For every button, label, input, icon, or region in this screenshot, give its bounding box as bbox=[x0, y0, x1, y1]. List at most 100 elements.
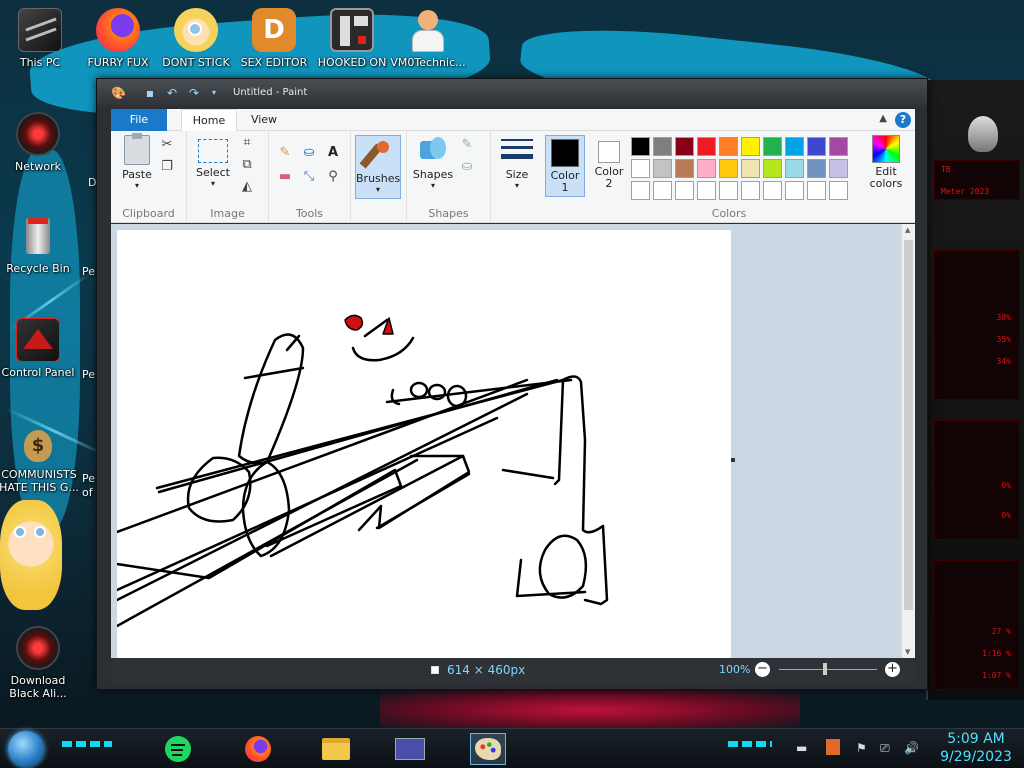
palette-swatch[interactable] bbox=[697, 159, 716, 178]
taskbar-app-firefox[interactable] bbox=[240, 733, 276, 765]
shapes-button[interactable]: Shapes ▾ bbox=[411, 135, 455, 190]
magnifier-icon[interactable]: ⚲ bbox=[325, 169, 341, 185]
fill-bucket-icon[interactable]: ⛀ bbox=[301, 145, 317, 161]
drawing-canvas[interactable] bbox=[115, 230, 731, 658]
dropdown-arrow-icon: ▾ bbox=[375, 185, 380, 194]
zoom-slider-thumb[interactable] bbox=[823, 663, 827, 675]
palette-swatch[interactable] bbox=[719, 137, 738, 156]
redo-icon[interactable]: ↷ bbox=[187, 86, 201, 100]
volume-icon[interactable]: 🔊 bbox=[904, 741, 919, 755]
clock-time[interactable]: 5:09 AM bbox=[936, 731, 1016, 747]
network-icon bbox=[16, 112, 60, 156]
customize-toolbar-icon[interactable]: ▾ bbox=[207, 86, 221, 100]
title-bar[interactable]: 🎨 ▪ ↶ ↷ ▾ Untitled - Paint bbox=[97, 79, 927, 109]
undo-icon[interactable]: ↶ bbox=[165, 86, 179, 100]
desktop-icon-sex-editor[interactable]: D SEX EDITOR bbox=[232, 8, 316, 69]
help-icon[interactable]: ? bbox=[895, 112, 911, 128]
palette-swatch[interactable] bbox=[807, 181, 826, 200]
palette-swatch[interactable] bbox=[741, 181, 760, 200]
flag-icon[interactable]: ⚑ bbox=[856, 741, 867, 755]
palette-swatch[interactable] bbox=[807, 137, 826, 156]
palette-swatch[interactable] bbox=[807, 159, 826, 178]
palette-swatch[interactable] bbox=[653, 159, 672, 178]
color-picker-icon[interactable]: ⤡ bbox=[301, 169, 317, 185]
desktop-icon-this-pc[interactable]: This PC bbox=[0, 8, 82, 69]
desktop-icon-hooked-on[interactable]: HOOKED ON bbox=[310, 8, 394, 69]
save-icon[interactable]: ▪ bbox=[143, 86, 157, 100]
collapse-ribbon-icon[interactable]: ▲ bbox=[879, 113, 887, 124]
scrollbar-thumb[interactable] bbox=[904, 240, 913, 610]
palette-swatch[interactable] bbox=[697, 137, 716, 156]
desktop-icon-communists[interactable]: $ COMMUNISTS HATE THIS G... bbox=[0, 420, 80, 494]
palette-swatch[interactable] bbox=[719, 181, 738, 200]
canvas-area[interactable] bbox=[111, 224, 901, 658]
desktop-icon-download-black[interactable]: Download Black Ali... bbox=[0, 626, 80, 700]
canvas-resize-handle[interactable] bbox=[731, 458, 735, 462]
desktop-icon-control-panel[interactable]: Control Panel bbox=[0, 318, 80, 379]
brushes-button[interactable]: Brushes ▾ bbox=[355, 135, 401, 199]
zoom-slider-track[interactable] bbox=[779, 669, 877, 670]
palette-swatch[interactable] bbox=[675, 137, 694, 156]
tab-home[interactable]: Home bbox=[181, 109, 237, 132]
palette-swatch[interactable] bbox=[631, 181, 650, 200]
desktop-icon-dont-stick[interactable]: DONT STICK bbox=[154, 8, 238, 69]
tab-view[interactable]: View bbox=[239, 109, 289, 131]
copy-icon[interactable]: ❐ bbox=[159, 159, 175, 175]
cut-icon[interactable]: ✂ bbox=[159, 137, 175, 153]
color1-button[interactable]: Color 1 bbox=[545, 135, 585, 197]
palette-swatch[interactable] bbox=[829, 159, 848, 178]
palette-swatch[interactable] bbox=[653, 181, 672, 200]
taskbar-app-paint[interactable] bbox=[470, 733, 506, 765]
zoom-in-button[interactable]: + bbox=[885, 662, 900, 677]
fill-icon[interactable]: ⛀ bbox=[459, 159, 475, 175]
tab-file[interactable]: File bbox=[111, 109, 167, 131]
color2-button[interactable]: Color 2 bbox=[589, 135, 629, 197]
outline-icon[interactable]: ✎ bbox=[459, 137, 475, 153]
palette-swatch[interactable] bbox=[719, 159, 738, 178]
palette-swatch[interactable] bbox=[785, 159, 804, 178]
paste-button[interactable]: Paste ▾ bbox=[117, 133, 157, 190]
taskbar-app-spotify[interactable] bbox=[160, 733, 196, 765]
desktop-icon-vm-technician[interactable]: VM0Technic... bbox=[386, 8, 470, 69]
network-tray-icon[interactable]: ⎚ bbox=[880, 741, 890, 756]
palette-swatch[interactable] bbox=[785, 137, 804, 156]
scroll-up-icon[interactable]: ▲ bbox=[905, 226, 910, 234]
resize-icon[interactable]: ⧉ bbox=[239, 157, 255, 173]
palette-swatch[interactable] bbox=[675, 159, 694, 178]
desktop-icon-recycle-bin[interactable]: Recycle Bin bbox=[0, 214, 80, 275]
palette-swatch[interactable] bbox=[631, 137, 650, 156]
start-button[interactable] bbox=[8, 731, 44, 767]
desktop-icon-network[interactable]: Network bbox=[0, 112, 80, 173]
taskbar-app-file-explorer[interactable] bbox=[318, 733, 354, 765]
palette-swatch[interactable] bbox=[763, 159, 782, 178]
size-button[interactable]: Size ▾ bbox=[495, 135, 539, 190]
palette-swatch[interactable] bbox=[675, 181, 694, 200]
palette-swatch[interactable] bbox=[741, 137, 760, 156]
tray-app-icon[interactable] bbox=[826, 739, 840, 755]
select-button[interactable]: Select ▾ bbox=[193, 135, 233, 188]
edit-colors-button[interactable]: Edit colors bbox=[863, 135, 909, 190]
paint-app-icon[interactable]: 🎨 bbox=[111, 86, 126, 100]
palette-swatch[interactable] bbox=[763, 137, 782, 156]
scroll-down-icon[interactable]: ▼ bbox=[905, 648, 910, 656]
palette-swatch[interactable] bbox=[697, 181, 716, 200]
dropdown-arrow-icon: ▾ bbox=[210, 179, 215, 188]
vertical-scrollbar[interactable]: ▲ ▼ bbox=[901, 224, 915, 658]
firefox-icon bbox=[245, 736, 271, 762]
crop-icon[interactable]: ⌗ bbox=[239, 135, 255, 151]
rotate-icon[interactable]: ◭ bbox=[239, 179, 255, 195]
palette-swatch[interactable] bbox=[785, 181, 804, 200]
desktop-icon-furry-fux[interactable]: FURRY FUX bbox=[76, 8, 160, 69]
palette-swatch[interactable] bbox=[741, 159, 760, 178]
clock-date[interactable]: 9/29/2023 bbox=[936, 749, 1016, 765]
text-tool-icon[interactable]: A bbox=[325, 145, 341, 161]
pencil-icon[interactable]: ✎ bbox=[277, 145, 293, 161]
palette-swatch[interactable] bbox=[653, 137, 672, 156]
palette-swatch[interactable] bbox=[829, 181, 848, 200]
palette-swatch[interactable] bbox=[631, 159, 650, 178]
palette-swatch[interactable] bbox=[763, 181, 782, 200]
palette-swatch[interactable] bbox=[829, 137, 848, 156]
eraser-icon[interactable]: ▬ bbox=[277, 169, 293, 185]
taskbar-app-window[interactable] bbox=[392, 733, 428, 765]
zoom-out-button[interactable]: − bbox=[755, 662, 770, 677]
